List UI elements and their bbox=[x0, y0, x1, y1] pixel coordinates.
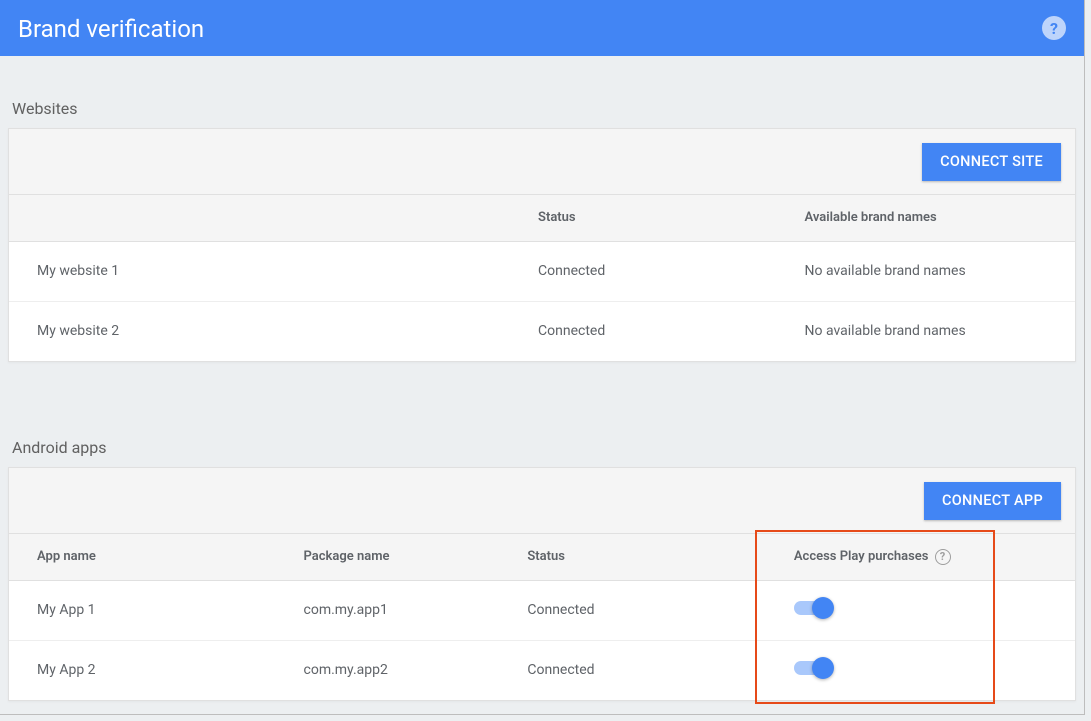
app-status: Connected bbox=[499, 640, 766, 700]
help-icon[interactable]: ? bbox=[935, 549, 951, 565]
apps-table: App name Package name Status Access Play… bbox=[9, 534, 1075, 700]
apps-section: Android apps CONNECT APP App name Packag… bbox=[0, 420, 1084, 701]
websites-table: Status Available brand names My website … bbox=[9, 195, 1075, 361]
websites-section: Websites CONNECT SITE Status Available b… bbox=[0, 81, 1084, 362]
website-brands: No available brand names bbox=[777, 301, 1075, 361]
help-icon[interactable]: ? bbox=[1042, 16, 1066, 40]
app-pkg: com.my.app2 bbox=[276, 640, 500, 700]
app-access bbox=[766, 640, 1075, 700]
apps-section-title: Android apps bbox=[8, 420, 1076, 467]
websites-card: CONNECT SITE Status Available brand name… bbox=[8, 128, 1076, 362]
websites-col-brands: Available brand names bbox=[777, 195, 1075, 241]
apps-col-name: App name bbox=[9, 534, 276, 580]
website-status: Connected bbox=[510, 241, 777, 301]
app-name: My App 2 bbox=[9, 640, 276, 700]
websites-section-title: Websites bbox=[8, 81, 1076, 128]
websites-col-name bbox=[9, 195, 510, 241]
apps-card: CONNECT APP App name Package name Status… bbox=[8, 467, 1076, 701]
website-name: My website 1 bbox=[9, 241, 510, 301]
page-title: Brand verification bbox=[18, 15, 204, 41]
access-toggle[interactable] bbox=[794, 598, 834, 618]
apps-action-bar: CONNECT APP bbox=[9, 468, 1075, 534]
connect-site-button[interactable]: CONNECT SITE bbox=[922, 143, 1061, 181]
website-status: Connected bbox=[510, 301, 777, 361]
table-row: My website 2 Connected No available bran… bbox=[9, 301, 1075, 361]
apps-col-access: Access Play purchases ? bbox=[766, 534, 1075, 580]
connect-app-button[interactable]: CONNECT APP bbox=[924, 482, 1061, 520]
apps-col-pkg: Package name bbox=[276, 534, 500, 580]
website-name: My website 2 bbox=[9, 301, 510, 361]
app-pkg: com.my.app1 bbox=[276, 580, 500, 640]
app-status: Connected bbox=[499, 580, 766, 640]
app-access bbox=[766, 580, 1075, 640]
access-toggle[interactable] bbox=[794, 658, 834, 678]
table-row: My App 2 com.my.app2 Connected bbox=[9, 640, 1075, 700]
table-row: My App 1 com.my.app1 Connected bbox=[9, 580, 1075, 640]
page-header: Brand verification ? bbox=[0, 0, 1084, 56]
apps-col-access-label: Access Play purchases bbox=[794, 549, 929, 564]
table-row: My website 1 Connected No available bran… bbox=[9, 241, 1075, 301]
websites-action-bar: CONNECT SITE bbox=[9, 129, 1075, 195]
websites-col-status: Status bbox=[510, 195, 777, 241]
apps-col-status: Status bbox=[499, 534, 766, 580]
app-name: My App 1 bbox=[9, 580, 276, 640]
website-brands: No available brand names bbox=[777, 241, 1075, 301]
